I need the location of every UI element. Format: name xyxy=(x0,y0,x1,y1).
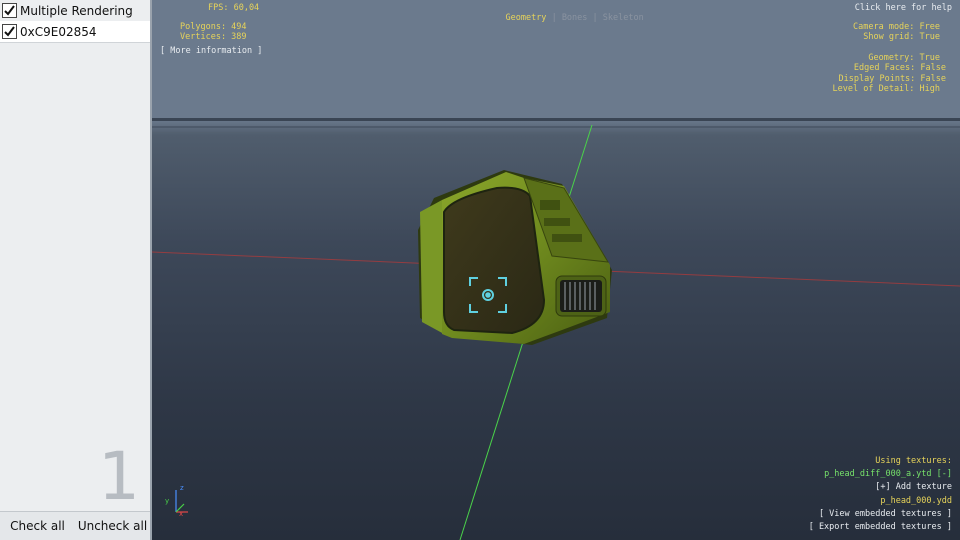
svg-text:z: z xyxy=(180,484,184,492)
tab-bones[interactable]: Bones xyxy=(562,13,588,23)
level-of-detail-toggle[interactable]: Level of Detail: High xyxy=(833,84,940,94)
camera-mode-toggle[interactable]: Camera mode: Free xyxy=(853,22,940,32)
checkmark-icon xyxy=(2,3,17,18)
vertices-readout: Vertices: 389 xyxy=(180,32,247,42)
hud-tabs: Geometry | Bones | Skeleton xyxy=(485,3,644,33)
using-textures-label: Using textures: xyxy=(875,456,952,466)
check-all-button[interactable]: Check all xyxy=(0,512,75,540)
svg-text:x: x xyxy=(179,510,183,518)
horizon-line xyxy=(152,118,960,121)
list-item[interactable]: 0xC9E02854 xyxy=(0,21,150,42)
checkmark-icon xyxy=(2,24,17,39)
texture-dictionary-item[interactable]: p_head_diff_000_a.ytd [-] xyxy=(824,469,952,479)
multiple-rendering-label: Multiple Rendering xyxy=(20,3,133,18)
horizon-line xyxy=(152,132,960,133)
view-embedded-textures-button[interactable]: [ View embedded textures ] xyxy=(819,509,952,519)
model-helmet[interactable] xyxy=(418,170,612,345)
multiple-rendering-checkbox[interactable]: Multiple Rendering xyxy=(0,0,150,21)
tab-geometry[interactable]: Geometry xyxy=(505,13,546,23)
tab-skeleton[interactable]: Skeleton xyxy=(603,13,644,23)
export-embedded-textures-button[interactable]: [ Export embedded textures ] xyxy=(809,522,952,532)
polygons-readout: Polygons: 494 xyxy=(180,22,247,32)
model-file-label: p_head_000.ydd xyxy=(880,496,952,506)
list-item-label: 0xC9E02854 xyxy=(20,24,97,39)
left-panel: Multiple Rendering 0xC9E02854 1 Check al… xyxy=(0,0,152,540)
edged-faces-toggle[interactable]: Edged Faces: False xyxy=(854,63,946,73)
axis-gizmo-icon: z y x xyxy=(165,484,188,518)
show-grid-toggle[interactable]: Show grid: True xyxy=(863,32,940,42)
fps-readout: FPS: 60,04 xyxy=(208,3,260,13)
uncheck-all-button[interactable]: Uncheck all xyxy=(75,512,150,540)
divider xyxy=(0,42,150,43)
help-link[interactable]: Click here for help xyxy=(855,3,952,13)
geometry-toggle[interactable]: Geometry: True xyxy=(868,53,940,63)
horizon-line xyxy=(152,126,960,128)
more-information-link[interactable]: [ More information ] xyxy=(160,46,262,56)
tab-separator: | xyxy=(592,13,598,23)
item-count: 1 xyxy=(98,438,140,515)
bottom-buttons: Check all Uncheck all xyxy=(0,511,150,540)
svg-text:y: y xyxy=(165,497,169,505)
add-texture-button[interactable]: [+] Add texture xyxy=(875,482,952,492)
display-points-toggle[interactable]: Display Points: False xyxy=(839,74,946,84)
3d-viewport[interactable]: z y x FPS: 60,04 Polygons: 494 Vertices:… xyxy=(152,0,960,540)
tab-separator: | xyxy=(551,13,557,23)
